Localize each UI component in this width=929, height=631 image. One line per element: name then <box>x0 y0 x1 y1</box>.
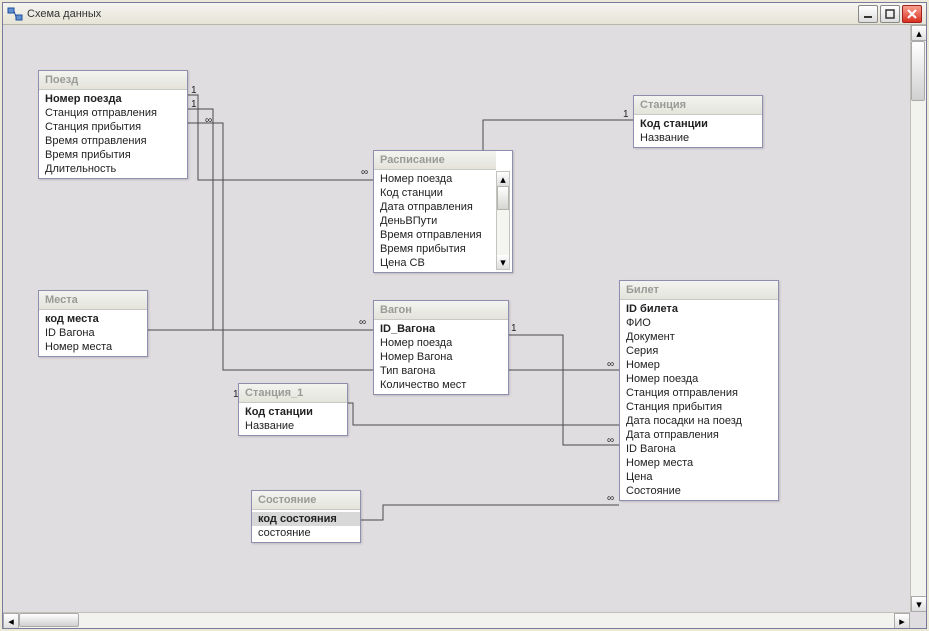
table-title: Станция <box>634 96 762 115</box>
field[interactable]: Код станции <box>239 405 347 419</box>
table-title: Места <box>39 291 147 310</box>
vertical-scrollbar[interactable]: ▴ ▾ <box>910 25 926 612</box>
table-train[interactable]: Поезд Номер поезда Станция отправления С… <box>38 70 188 179</box>
field[interactable]: Состояние <box>620 484 778 498</box>
field[interactable]: Тип вагона <box>374 364 508 378</box>
card-many: ∞ <box>607 435 614 446</box>
close-button[interactable] <box>902 5 922 23</box>
window-controls <box>858 5 922 23</box>
field[interactable]: Код станции <box>374 186 496 200</box>
field[interactable]: Номер места <box>39 340 147 354</box>
field[interactable]: ID Вагона <box>620 442 778 456</box>
scroll-up-icon[interactable]: ▴ <box>497 172 509 186</box>
table-seats[interactable]: Места код места ID Вагона Номер места <box>38 290 148 357</box>
list-scrollbar[interactable]: ▴ ▾ <box>496 171 510 270</box>
table-title: Вагон <box>374 301 508 320</box>
field[interactable]: Номер поезда <box>620 372 778 386</box>
field[interactable]: Дата отправления <box>374 200 496 214</box>
field[interactable]: ДеньВПути <box>374 214 496 228</box>
field[interactable]: ID_Вагона <box>374 322 508 336</box>
table-title: Расписание <box>374 151 496 170</box>
field[interactable]: Станция отправления <box>39 106 187 120</box>
maximize-button[interactable] <box>880 5 900 23</box>
table-title: Состояние <box>252 491 360 510</box>
scroll-down-button[interactable]: ▾ <box>911 596 926 612</box>
field[interactable]: Номер поезда <box>374 336 508 350</box>
diagram-canvas[interactable]: 1 1 ∞ ∞ ∞ 1 ∞ ∞ 1 ∞ ∞ 1 ∞ 1 ∞ Поезд Номе… <box>3 25 926 628</box>
minimize-button[interactable] <box>858 5 878 23</box>
canvas-wrap: 1 1 ∞ ∞ ∞ 1 ∞ ∞ 1 ∞ ∞ 1 ∞ 1 ∞ Поезд Номе… <box>3 25 926 628</box>
field[interactable]: ФИО <box>620 316 778 330</box>
field[interactable]: Время отправления <box>374 228 496 242</box>
scroll-thumb[interactable] <box>19 613 79 627</box>
relationships-window: Схема данных <box>2 2 927 629</box>
titlebar[interactable]: Схема данных <box>3 3 926 25</box>
card-many: ∞ <box>361 167 368 178</box>
field[interactable]: Дата посадки на поезд <box>620 414 778 428</box>
card-many: ∞ <box>205 115 212 126</box>
field[interactable]: ID Вагона <box>39 326 147 340</box>
scroll-left-button[interactable]: ◂ <box>3 613 19 628</box>
horizontal-scrollbar[interactable]: ◂ ▸ <box>3 612 910 628</box>
field[interactable]: ID билета <box>620 302 778 316</box>
field[interactable]: Количество мест <box>374 378 508 392</box>
scroll-thumb[interactable] <box>911 41 925 101</box>
field[interactable]: Название <box>239 419 347 433</box>
table-state[interactable]: Состояние код состояния состояние <box>251 490 361 543</box>
scroll-down-icon[interactable]: ▾ <box>497 255 509 269</box>
card-many: ∞ <box>359 317 366 328</box>
scroll-thumb[interactable] <box>497 186 509 210</box>
table-title: Билет <box>620 281 778 300</box>
field[interactable]: Длительность <box>39 162 187 176</box>
window-title: Схема данных <box>27 8 858 20</box>
field[interactable]: код состояния <box>252 512 360 526</box>
field[interactable]: Время отправления <box>39 134 187 148</box>
field[interactable]: Номер места <box>620 456 778 470</box>
table-title: Станция_1 <box>239 384 347 403</box>
card-one: 1 <box>511 323 517 334</box>
field[interactable]: Станция прибытия <box>39 120 187 134</box>
field[interactable]: Цена <box>620 470 778 484</box>
card-one: 1 <box>191 85 197 96</box>
field[interactable]: Станция отправления <box>620 386 778 400</box>
field[interactable]: Время прибытия <box>39 148 187 162</box>
scroll-up-button[interactable]: ▴ <box>911 25 926 41</box>
field[interactable]: Станция прибытия <box>620 400 778 414</box>
table-fields: Номер поезда Станция отправления Станция… <box>39 90 187 178</box>
scroll-corner <box>910 612 926 628</box>
table-schedule[interactable]: Расписание Номер поезда Код станции Дата… <box>373 150 513 273</box>
field[interactable]: Код станции <box>634 117 762 131</box>
field[interactable]: Дата отправления <box>620 428 778 442</box>
field[interactable]: Название <box>634 131 762 145</box>
card-many: ∞ <box>607 359 614 370</box>
field[interactable]: код места <box>39 312 147 326</box>
table-wagon[interactable]: Вагон ID_Вагона Номер поезда Номер Вагон… <box>373 300 509 395</box>
table-ticket[interactable]: Билет ID билета ФИО Документ Серия Номер… <box>619 280 779 501</box>
table-station[interactable]: Станция Код станции Название <box>633 95 763 148</box>
field[interactable]: Серия <box>620 344 778 358</box>
field[interactable]: Документ <box>620 330 778 344</box>
field[interactable]: Номер поезда <box>374 172 496 186</box>
app-icon <box>7 6 23 22</box>
field[interactable]: Номер Вагона <box>374 350 508 364</box>
field[interactable]: Время прибытия <box>374 242 496 256</box>
card-one: 1 <box>623 109 629 120</box>
table-title: Поезд <box>39 71 187 90</box>
table-station1[interactable]: Станция_1 Код станции Название <box>238 383 348 436</box>
field[interactable]: Цена СВ <box>374 256 496 270</box>
field[interactable]: Номер <box>620 358 778 372</box>
field[interactable]: состояние <box>252 526 360 540</box>
scroll-right-button[interactable]: ▸ <box>894 613 910 628</box>
field[interactable]: Номер поезда <box>39 92 187 106</box>
card-many: ∞ <box>607 493 614 504</box>
card-one: 1 <box>191 99 197 110</box>
